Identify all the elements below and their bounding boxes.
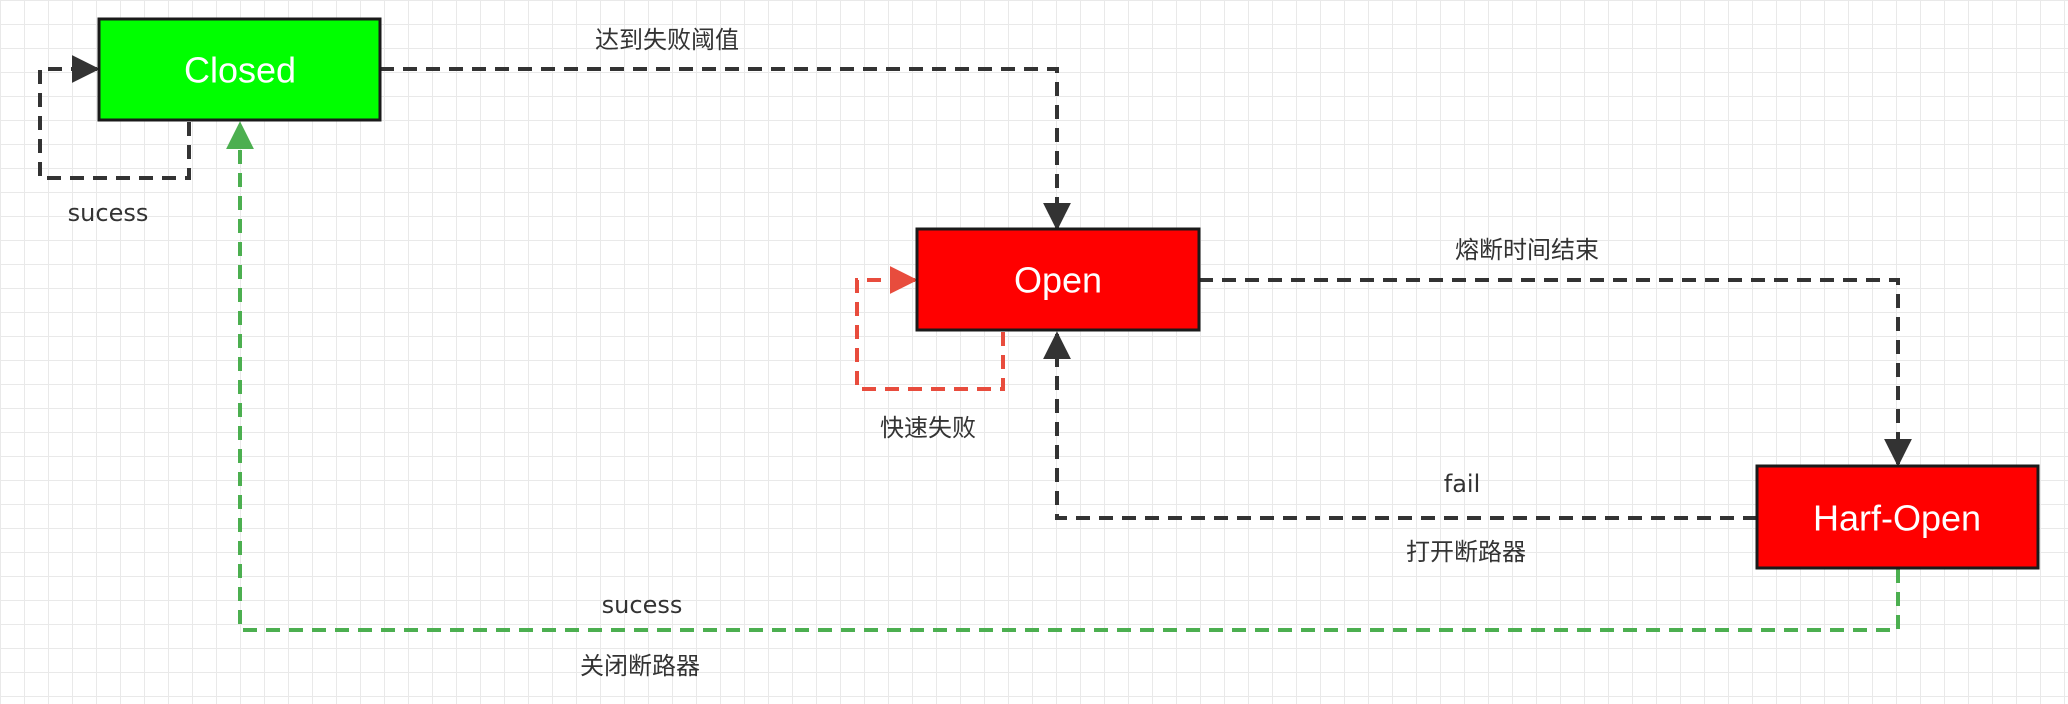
label-closed-to-open: 达到失败阈值 <box>595 26 739 54</box>
state-open[interactable]: Open <box>915 227 1201 332</box>
label-half-open-to-closed-top: sucess <box>602 591 683 619</box>
edge-labels: sucess 达到失败阈值 快速失败 熔断时间结束 fail 打开断路器 suc… <box>68 26 1599 680</box>
edge-half-open-to-closed[interactable] <box>226 121 1900 632</box>
state-half-open[interactable]: Harf-Open <box>1755 464 2040 570</box>
state-half-open-label: Harf-Open <box>1813 498 1981 539</box>
label-half-open-to-closed-bottom: 关闭断路器 <box>580 652 700 680</box>
edge-open-to-half-open[interactable] <box>1199 278 1912 467</box>
label-open-to-half-open: 熔断时间结束 <box>1455 236 1599 264</box>
edges <box>38 55 1912 632</box>
state-open-label: Open <box>1014 260 1102 301</box>
edge-closed-to-open[interactable] <box>380 67 1071 231</box>
state-closed-label: Closed <box>184 50 296 91</box>
edge-half-open-to-open[interactable] <box>1043 331 1757 520</box>
state-closed[interactable]: Closed <box>97 17 382 122</box>
label-open-self: 快速失败 <box>880 414 976 442</box>
label-closed-self: sucess <box>68 199 149 227</box>
circuit-breaker-state-diagram: Closed Open Harf-Open sucess 达到失败阈值 快速失败… <box>38 17 2040 680</box>
label-half-open-to-open-top: fail <box>1444 470 1481 498</box>
label-half-open-to-open-bottom: 打开断路器 <box>1406 538 1526 566</box>
